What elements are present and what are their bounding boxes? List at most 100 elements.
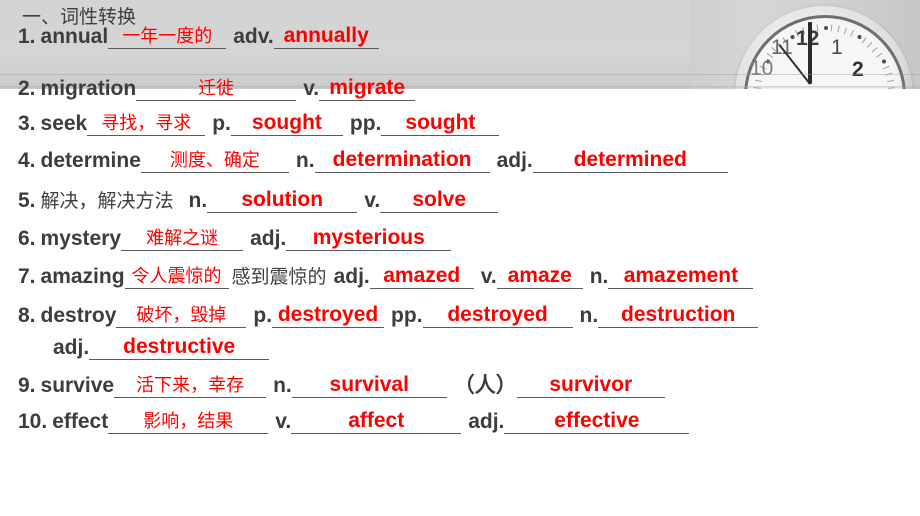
answer-blank[interactable]: determination: [314, 148, 490, 173]
pos-label: n.: [273, 374, 292, 397]
exercise-row: 1. annual 一年一度的 adv. annually: [18, 24, 379, 49]
answer-blank[interactable]: 测度、确定: [140, 150, 289, 173]
pos-label: adj.: [468, 410, 505, 433]
answer-blank[interactable]: amazed: [369, 264, 474, 289]
answer-text: determined: [573, 148, 687, 171]
answer-text: amaze: [507, 264, 572, 287]
answer-blank[interactable]: 迁徙: [136, 78, 297, 101]
prompt-word: determine: [40, 149, 141, 172]
inline-chinese-gloss: 感到震惊的: [231, 266, 327, 288]
answer-blank[interactable]: 破坏，毁掉: [116, 305, 247, 328]
prompt-word: effect: [52, 410, 109, 433]
answer-text: 一年一度的: [122, 26, 213, 47]
answer-blank[interactable]: amaze: [496, 264, 583, 289]
exercise-row: 6. mystery 难解之谜 adj. mysterious: [18, 226, 452, 251]
answer-blank[interactable]: 令人震惊的: [124, 266, 229, 289]
exercise-row: 8. destroy 破坏，毁掉 p. destroyed pp. destroyed n. d…: [18, 303, 759, 328]
item-number: 6.: [18, 227, 36, 250]
prompt-word: amazing: [40, 265, 125, 288]
answer-blank[interactable]: mysterious: [286, 226, 452, 251]
exercise-row: 9. survive 活下来，幸存 n. survival （人） survivor: [18, 373, 665, 398]
exercise-row: 2. migration 迁徙 v. migrate: [18, 76, 416, 101]
prompt-word: destroy: [40, 304, 117, 327]
answer-text: 影响，结果: [143, 411, 234, 432]
answer-blank[interactable]: sought: [230, 111, 343, 136]
prompt-word: migration: [40, 77, 137, 100]
answer-blank[interactable]: 难解之谜: [121, 228, 244, 251]
pos-label: n.: [589, 265, 609, 288]
answer-text: 令人震惊的: [131, 266, 222, 287]
prompt-word: annual: [40, 25, 109, 48]
prompt-word: survive: [40, 374, 115, 397]
answer-blank[interactable]: 活下来，幸存: [114, 375, 267, 398]
pos-label: v.: [480, 265, 497, 288]
pos-label: v.: [303, 77, 320, 100]
answer-text: destruction: [621, 303, 736, 326]
pos-label: n.: [188, 189, 208, 212]
pos-label: adj.: [250, 227, 287, 250]
answer-blank[interactable]: survivor: [516, 374, 665, 398]
answer-blank[interactable]: 一年一度的: [108, 26, 227, 49]
exercise-row: 10. effect 影响，结果 v. affect adj. effective: [18, 409, 690, 434]
answer-blank[interactable]: effective: [504, 409, 690, 434]
answer-blank[interactable]: determined: [532, 148, 728, 173]
worksheet-content: 一、词性转换 1. annual 一年一度的 adv. annually 2. migrat…: [0, 0, 920, 516]
pos-label: n.: [295, 149, 315, 172]
pos-label: adv.: [233, 25, 274, 48]
exercise-row: 5. 解决，解决方法 n. solution v. solve: [18, 188, 499, 213]
prompt-chinese: 解决，解决方法: [40, 190, 174, 212]
answer-blank[interactable]: migrate: [319, 76, 416, 101]
item-number: 8.: [18, 304, 36, 327]
answer-text: 测度、确定: [169, 150, 260, 171]
pos-label: adj.: [333, 265, 370, 288]
pos-label: n.: [579, 304, 599, 327]
answer-blank[interactable]: solve: [380, 189, 499, 213]
answer-text: amazement: [623, 264, 739, 287]
item-number: 1.: [18, 25, 36, 48]
pos-label: v.: [364, 189, 381, 212]
answer-text: sought: [251, 111, 322, 134]
answer-text: amazed: [383, 264, 461, 287]
answer-blank[interactable]: sought: [381, 111, 500, 136]
answer-text: 难解之谜: [146, 228, 219, 249]
prompt-word: seek: [40, 112, 88, 135]
answer-text: 寻找，寻求: [101, 113, 192, 134]
answer-blank[interactable]: 影响，结果: [108, 411, 269, 434]
answer-text: mysterious: [312, 226, 425, 249]
answer-blank[interactable]: annually: [273, 24, 379, 49]
answer-blank[interactable]: solution: [207, 188, 358, 213]
answer-text: effective: [554, 409, 640, 432]
pos-label: v.: [275, 410, 292, 433]
answer-blank[interactable]: destructive: [89, 336, 270, 360]
answer-text: 活下来，幸存: [136, 375, 245, 396]
pos-label: p.: [212, 112, 231, 135]
pos-label: adj.: [496, 149, 533, 172]
answer-blank[interactable]: 寻找，寻求: [87, 113, 206, 136]
answer-text: annually: [283, 24, 369, 47]
pos-label: adj.: [53, 336, 90, 359]
answer-text: sought: [405, 111, 476, 134]
exercise-row: 3. seek 寻找，寻求 p. sought pp. sought: [18, 111, 500, 136]
answer-blank[interactable]: destroyed: [422, 303, 573, 328]
answer-blank[interactable]: survival: [291, 373, 447, 398]
exercise-row: adj. destructive: [46, 336, 270, 360]
answer-blank[interactable]: destroyed: [272, 303, 385, 328]
answer-text: destroyed: [277, 303, 379, 326]
answer-text: 迁徙: [198, 78, 235, 99]
item-number: 2.: [18, 77, 36, 100]
answer-text: 破坏，毁掉: [136, 305, 227, 326]
item-number: 5.: [18, 189, 36, 212]
answer-blank[interactable]: destruction: [598, 303, 759, 328]
exercise-row: 4. determine 测度、确定 n. determination adj. deter…: [18, 148, 728, 173]
prompt-word: mystery: [40, 227, 122, 250]
item-number: 9.: [18, 374, 36, 397]
answer-text: survival: [329, 373, 409, 396]
answer-blank[interactable]: amazement: [608, 264, 754, 289]
answer-text: affect: [348, 409, 405, 432]
answer-text: solution: [241, 188, 324, 211]
answer-text: determination: [332, 148, 472, 171]
answer-text: migrate: [329, 76, 406, 99]
pos-label: p.: [253, 304, 273, 327]
answer-text: destroyed: [447, 303, 548, 326]
answer-blank[interactable]: affect: [291, 409, 462, 434]
